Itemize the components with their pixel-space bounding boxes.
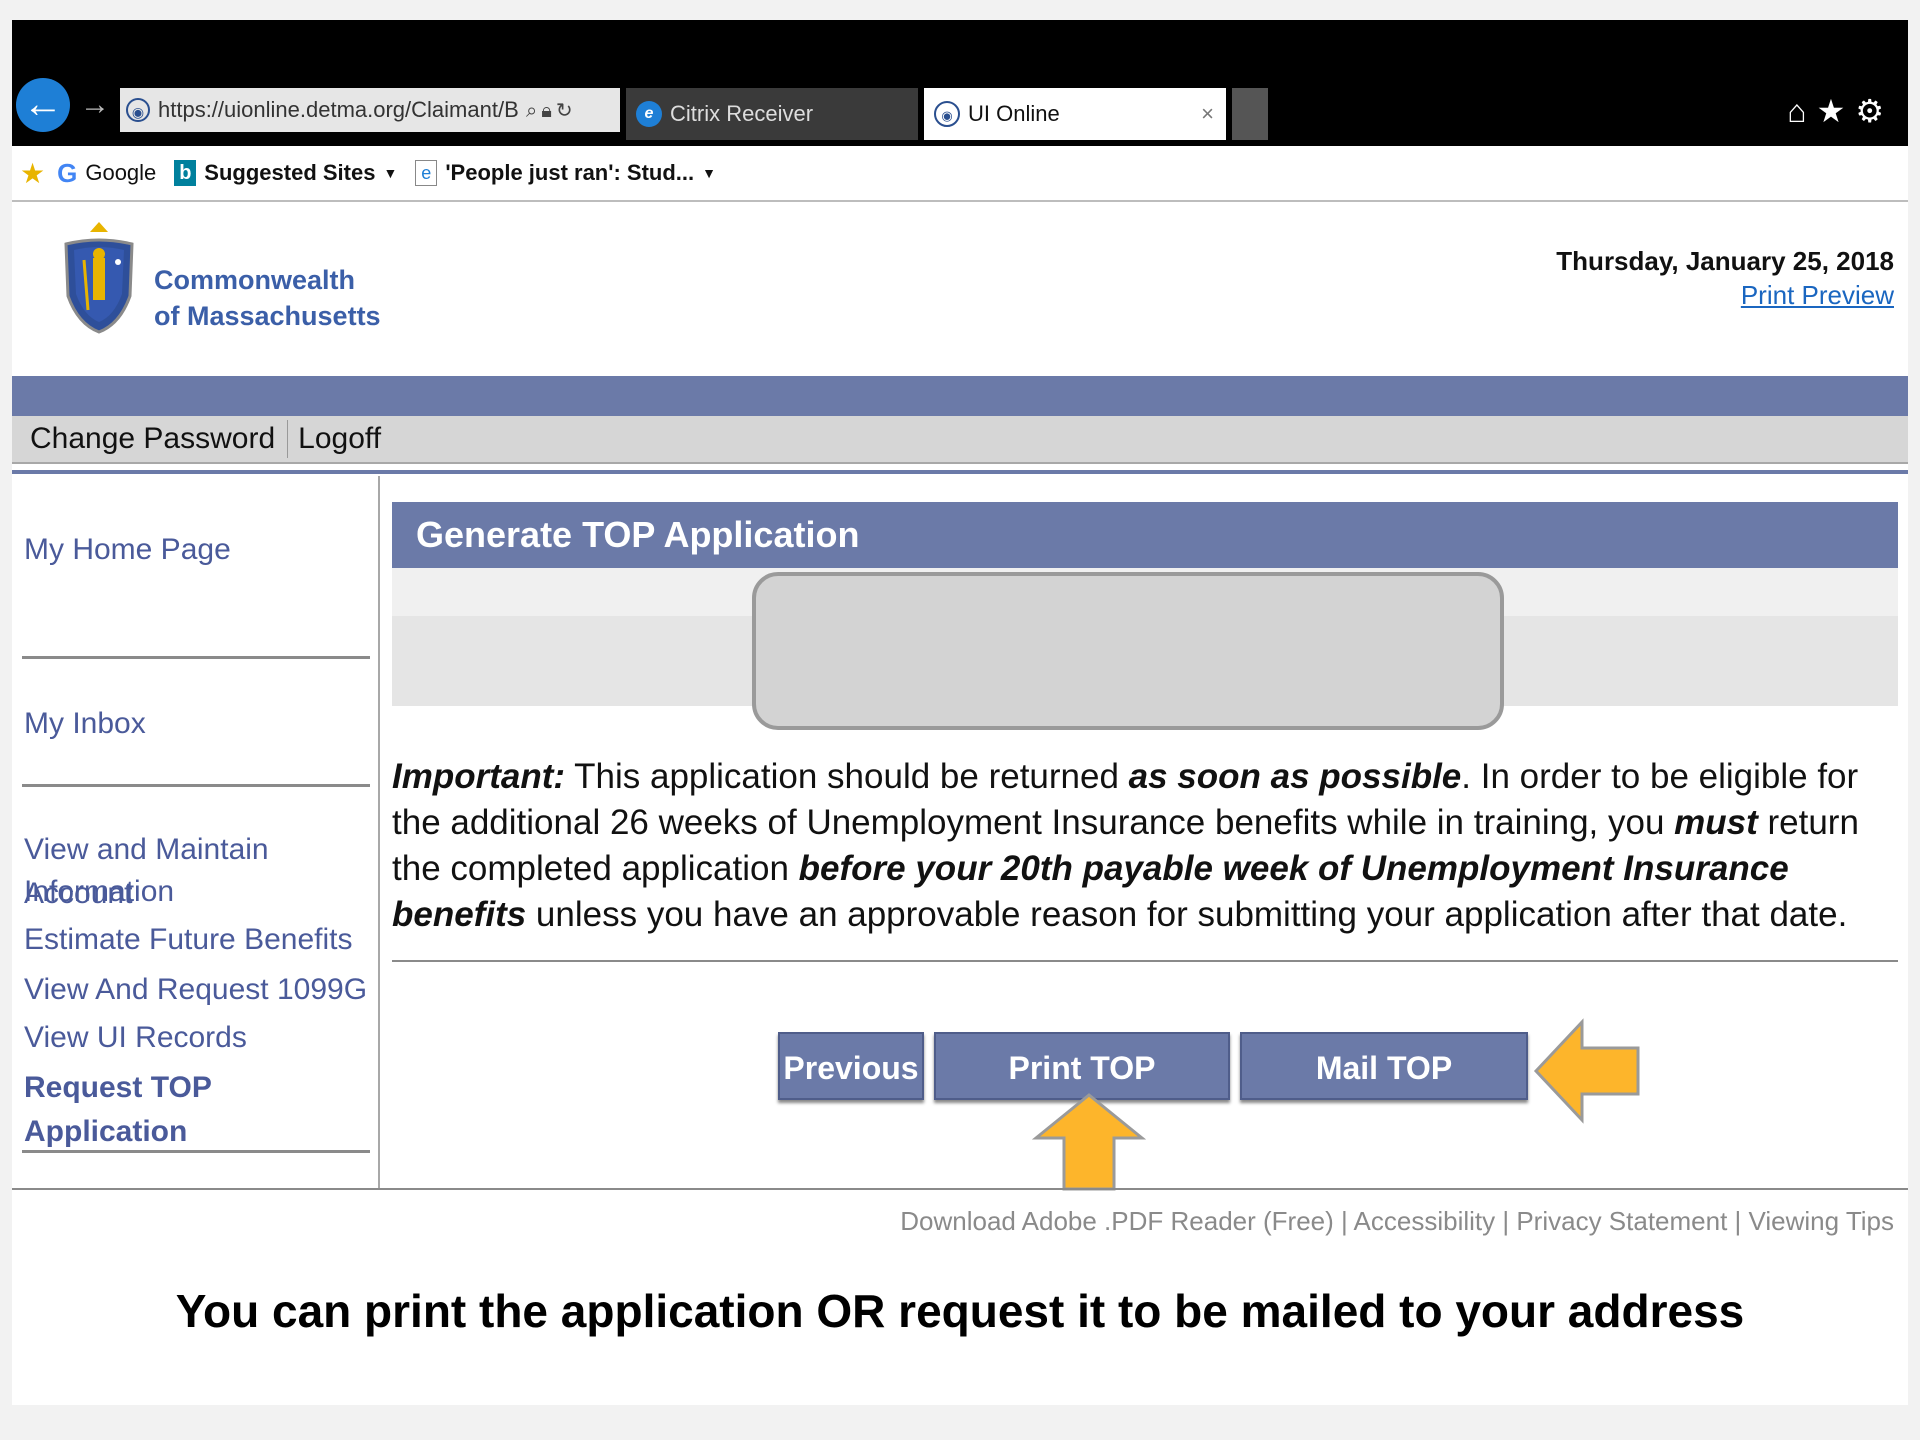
google-icon: G: [57, 157, 78, 188]
tab-label: UI Online: [968, 101, 1060, 126]
arrow-left-icon: [1533, 1018, 1640, 1124]
page-title: Generate TOP Application: [392, 502, 1898, 568]
favorite-google[interactable]: G Google: [57, 158, 156, 189]
logo-line-2: of Massachusetts: [154, 301, 381, 331]
site-seal-icon: ◉: [934, 101, 960, 127]
tab-label: Citrix Receiver: [670, 101, 814, 126]
refresh-icon[interactable]: ↻: [556, 100, 577, 122]
notice-asap: as soon as possible: [1128, 757, 1462, 796]
massachusetts-seal-icon: [64, 222, 134, 334]
favorite-suggested-sites[interactable]: b Suggested Sites ▼: [174, 160, 397, 186]
sidebar-item-view-ui-records[interactable]: View UI Records: [24, 1016, 247, 1060]
favorite-article[interactable]: e 'People just ran': Stud... ▼: [415, 160, 716, 186]
address-url[interactable]: https://uionline.detma.org/Claimant/Bene…: [158, 97, 518, 123]
favorites-star-icon[interactable]: ★: [1817, 93, 1856, 129]
address-bar[interactable]: ◉ https://uionline.detma.org/Claimant/Be…: [120, 88, 620, 132]
lock-icon[interactable]: 🔒︎: [541, 100, 556, 122]
favorite-label: Google: [85, 160, 157, 185]
dropdown-arrow-icon: ▼: [702, 165, 716, 181]
back-arrow-icon: ←: [23, 82, 63, 126]
close-icon[interactable]: ×: [1201, 101, 1214, 127]
arrow-up-icon: [1032, 1093, 1146, 1191]
header-band: [12, 376, 1908, 416]
search-icon[interactable]: ⌕: [526, 100, 541, 122]
site-seal-icon: ◉: [126, 98, 150, 122]
slide: ← → ◉ https://uionline.detma.org/Claiman…: [12, 20, 1908, 1405]
site-header: Commonwealth of Massachusetts Thursday, …: [12, 204, 1908, 376]
sidebar-item-view-request-1099g[interactable]: View And Request 1099G: [24, 968, 367, 1012]
change-password-link[interactable]: Change Password: [30, 422, 287, 456]
sidebar-divider: [22, 1150, 370, 1153]
gear-icon[interactable]: ⚙: [1855, 93, 1894, 129]
favorites-bar: ★ G Google b Suggested Sites ▼ e 'People…: [12, 146, 1908, 202]
logo-text[interactable]: Commonwealth of Massachusetts: [154, 262, 381, 334]
home-icon[interactable]: ⌂: [1787, 93, 1816, 129]
bing-icon: b: [174, 160, 197, 186]
address-actions: ⌕🔒︎↻: [526, 98, 577, 123]
browser-toolbar: ← → ◉ https://uionline.detma.org/Claiman…: [12, 20, 1908, 146]
ie-icon: e: [636, 101, 662, 127]
top-nav: Change Password Logoff: [12, 416, 1908, 464]
previous-button[interactable]: Previous: [778, 1032, 924, 1100]
print-preview-link[interactable]: Print Preview: [1741, 280, 1894, 311]
current-date: Thursday, January 25, 2018: [1556, 246, 1894, 276]
tab-ui-online[interactable]: ◉ UI Online ×: [924, 88, 1226, 140]
sidebar-item-my-inbox[interactable]: My Inbox: [24, 702, 146, 746]
notice-text: This application should be returned: [565, 757, 1129, 796]
back-button[interactable]: ←: [16, 78, 70, 132]
sidebar-divider: [22, 656, 370, 659]
browser-actions: ⌂★⚙: [1787, 92, 1894, 130]
important-notice: Important: This application should be re…: [392, 754, 1898, 938]
notice-text: unless you have an approvable reason for…: [526, 895, 1848, 934]
sidebar-item-my-home-page[interactable]: My Home Page: [24, 528, 231, 572]
add-favorite-icon[interactable]: ★: [20, 157, 45, 190]
logo-line-1: Commonwealth: [154, 265, 356, 295]
mail-top-application-button[interactable]: Mail TOP Application: [1240, 1032, 1528, 1154]
forward-arrow-icon: →: [80, 88, 110, 121]
sidebar-item-estimate-future-benefits[interactable]: Estimate Future Benefits: [24, 918, 352, 962]
nav-divider: [287, 420, 289, 458]
sidebar-divider: [22, 784, 370, 787]
print-top-application-button[interactable]: Print TOP Application: [934, 1032, 1230, 1154]
sidebar-item-view-maintain-account-line2[interactable]: Information: [24, 870, 174, 914]
forward-button[interactable]: →: [80, 90, 110, 120]
favorite-label: 'People just ran': Stud...: [445, 160, 695, 185]
new-tab-button[interactable]: [1232, 88, 1268, 140]
content-divider: [392, 960, 1898, 962]
logoff-link[interactable]: Logoff: [298, 422, 393, 456]
footer-links[interactable]: Download Adobe .PDF Reader (Free) | Acce…: [900, 1206, 1894, 1237]
favorite-label: Suggested Sites: [204, 160, 376, 185]
sidebar-item-request-top-application[interactable]: Request TOP Application: [24, 1066, 378, 1154]
footer-divider: [12, 1188, 1908, 1190]
dropdown-arrow-icon: ▼: [383, 165, 398, 181]
nav-divider-line: [12, 470, 1908, 474]
tab-citrix-receiver[interactable]: e Citrix Receiver: [626, 88, 918, 140]
ie-page-icon: e: [415, 160, 438, 186]
notice-important: Important:: [392, 757, 566, 796]
redacted-area: [752, 572, 1504, 730]
notice-must: must: [1674, 803, 1758, 842]
sidebar: My Home Page My Inbox View and Maintain …: [12, 476, 380, 1188]
slide-caption: You can print the application OR request…: [175, 1285, 1745, 1337]
